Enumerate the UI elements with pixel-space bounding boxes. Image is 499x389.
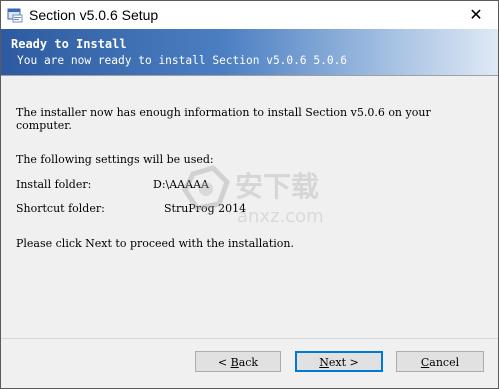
setup-app-icon — [7, 7, 23, 23]
next-button-label: ext > — [328, 356, 359, 369]
cancel-button-label: ancel — [429, 356, 460, 369]
install-folder-label: Install folder: — [16, 178, 92, 191]
shortcut-folder-label: Shortcut folder: — [16, 202, 105, 215]
settings-heading: The following settings will be used: — [16, 153, 214, 166]
page-subtitle: You are now ready to install Section v5.… — [17, 54, 348, 67]
close-icon[interactable]: ✕ — [454, 1, 498, 29]
shortcut-folder-value: StruProg 2014 — [164, 202, 247, 215]
page-title: Ready to Install — [11, 37, 127, 51]
back-button-hotkey: B — [230, 356, 239, 369]
next-instruction-text: Please click Next to proceed with the in… — [16, 237, 295, 250]
next-button[interactable]: Next > — [295, 351, 383, 372]
footer-divider — [1, 338, 498, 339]
content-area: The installer now has enough information… — [1, 76, 498, 344]
back-button-label: ack — [238, 356, 259, 369]
install-folder-value: D:\AAAAA — [153, 178, 209, 191]
watermark-en-text: anxz.com — [237, 206, 324, 227]
back-button[interactable]: < Back — [195, 351, 281, 372]
header-banner: Ready to Install You are now ready to in… — [1, 29, 498, 75]
back-button-prefix: < — [217, 356, 231, 369]
watermark-cn-text: 安下载 — [235, 170, 319, 203]
intro-text-line2: computer. — [16, 119, 72, 132]
title-bar: Section v5.0.6 Setup ✕ — [1, 1, 498, 29]
watermark-logo: 安下载 anxz.com — [182, 165, 324, 227]
intro-text-line1: The installer now has enough information… — [16, 106, 431, 119]
setup-window: Section v5.0.6 Setup ✕ Ready to Install … — [0, 0, 499, 389]
cancel-button[interactable]: Cancel — [396, 351, 484, 372]
next-button-hotkey: N — [319, 356, 329, 369]
window-title: Section v5.0.6 Setup — [29, 7, 159, 23]
